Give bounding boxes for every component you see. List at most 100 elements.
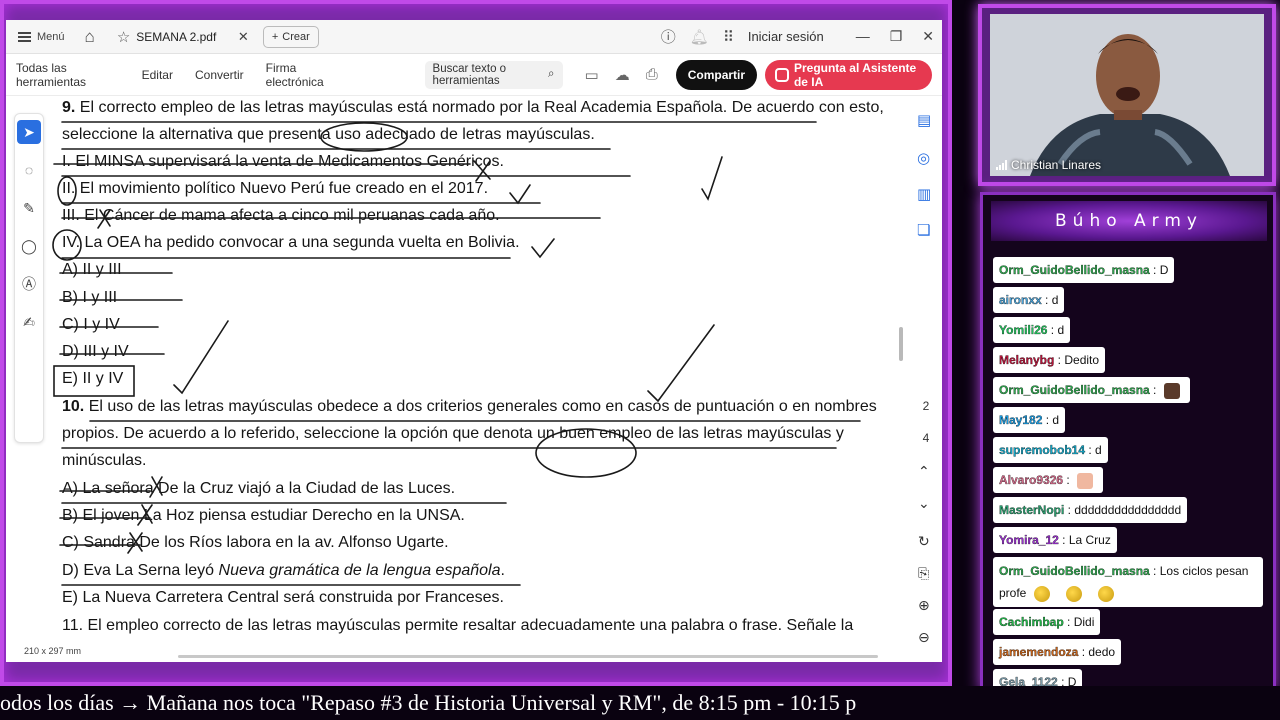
right-panel-rail: ▤ ◎ ▥ ❏ 2 4 ⌃ ⌄ ↻ ⎘ ⊕ ⊖: [910, 97, 942, 662]
chat-username[interactable]: May182: [999, 413, 1043, 427]
main-toolbar: Todas las herramientas Editar Convertir …: [6, 54, 942, 96]
comment-panel-icon[interactable]: ▤: [917, 111, 931, 129]
signal-icon: [996, 160, 1007, 170]
emote-icon: [1034, 585, 1051, 602]
chat-username[interactable]: Orm_GuidoBellido_masna: [999, 263, 1150, 277]
q9-stem-line2: seleccione la alternativa que presenta u…: [62, 126, 595, 143]
save-icon[interactable]: ▭: [585, 66, 599, 84]
pages-icon[interactable]: ❏: [917, 221, 930, 239]
chat-separator: :: [1149, 383, 1160, 397]
print-icon[interactable]: ⎙: [646, 66, 658, 84]
create-label: Crear: [282, 30, 310, 43]
create-button[interactable]: + Crear: [262, 25, 319, 48]
chat-username[interactable]: Orm_GuidoBellido_masna: [999, 564, 1150, 578]
edit-menu[interactable]: Editar: [142, 68, 173, 82]
sign-icon[interactable]: ✍: [17, 310, 41, 334]
title-bar: Menú ⌂ ☆ SEMANA 2.pdf ✕ + Crear ⓘ 🔔︎ ⠿ I…: [6, 20, 942, 54]
emote-icon: [1163, 382, 1180, 399]
bookmark-icon[interactable]: ▥: [917, 185, 931, 203]
comment-icon[interactable]: ◌: [17, 158, 41, 182]
all-tools-menu[interactable]: Todas las herramientas: [16, 61, 120, 89]
signin-button[interactable]: Iniciar sesión: [748, 29, 824, 44]
q9-option-e: E) II y IV: [62, 370, 124, 387]
chat-username[interactable]: Yomili26: [999, 323, 1048, 337]
q10-stem-line1: 10. El uso de las letras mayúsculas obed…: [62, 398, 877, 415]
vertical-scrollbar[interactable]: [899, 327, 903, 361]
chat-text: Didi: [1073, 615, 1095, 629]
chat-text: La Cruz: [1068, 533, 1111, 547]
home-icon[interactable]: ⌂: [85, 27, 95, 47]
q10-option-e: E) La Nueva Carretera Central será const…: [62, 589, 504, 606]
select-cursor-icon[interactable]: ➤: [17, 120, 41, 144]
chat-message-list[interactable]: Orm_GuidoBellido_masna : Daironxx : d Yom…: [993, 245, 1271, 687]
chat-message: Alvaro9326 :: [993, 467, 1104, 493]
close-tab-icon[interactable]: ✕: [238, 29, 249, 45]
page-number-current[interactable]: 2: [914, 399, 938, 413]
text-select-icon[interactable]: Ⓐ: [17, 272, 41, 296]
chat-text: D: [1159, 263, 1169, 277]
chat-message: Gela_1122 : D: [993, 669, 1083, 687]
ink-check-mark: [509, 184, 531, 205]
q10-stem-line3: minúsculas.: [62, 452, 147, 469]
ai-assistant-label: Pregunta al Asistente de IA: [793, 60, 917, 89]
refresh-icon[interactable]: ↻: [918, 533, 930, 550]
apps-grid-icon[interactable]: ⠿: [723, 28, 734, 46]
zoom-out-icon[interactable]: ⊖: [918, 629, 930, 646]
chat-username[interactable]: Alvaro9326: [999, 473, 1063, 487]
chat-username[interactable]: Melanybg: [999, 353, 1055, 367]
pdf-app-window: Menú ⌂ ☆ SEMANA 2.pdf ✕ + Crear ⓘ 🔔︎ ⠿ I…: [6, 20, 942, 662]
chat-text: Dedito: [1064, 353, 1100, 367]
chat-username[interactable]: jamemendoza: [999, 645, 1079, 659]
page-size-label: 210 x 297 mm: [24, 646, 82, 656]
chat-username[interactable]: Orm_GuidoBellido_masna: [999, 383, 1150, 397]
maximize-icon[interactable]: ❐: [890, 28, 903, 45]
minimize-icon[interactable]: —: [856, 28, 870, 45]
q9-option-c: C) I y IV: [62, 316, 120, 333]
q9-option-d: D) III y IV: [62, 343, 129, 360]
share-button[interactable]: Compartir: [675, 59, 758, 90]
star-icon[interactable]: ☆: [117, 28, 130, 46]
q10-option-c: C) Sandra De los Ríos labora en la av. A…: [62, 534, 449, 551]
chat-text: dddddddddddddddd: [1074, 503, 1182, 517]
chat-username[interactable]: MasterNopi: [999, 503, 1065, 517]
lasso-icon[interactable]: ◯: [17, 234, 41, 258]
chat-username[interactable]: supremobob14: [999, 443, 1085, 457]
chat-separator: :: [1054, 353, 1065, 367]
pen-icon[interactable]: ✎: [17, 196, 41, 220]
convert-menu[interactable]: Convertir: [195, 68, 244, 82]
ai-panel-icon[interactable]: ◎: [917, 149, 930, 167]
chevron-up-icon[interactable]: ⌃: [918, 463, 930, 480]
chat-panel: Búho Army Orm_GuidoBellido_masna : Dairo…: [980, 192, 1276, 692]
presenter-name: Christian Linares: [1011, 158, 1102, 172]
chat-separator: :: [1058, 533, 1069, 547]
search-icon: ⌕: [548, 68, 555, 80]
upload-cloud-icon[interactable]: ☁: [615, 66, 630, 84]
chat-title: Búho Army: [991, 201, 1267, 241]
chevron-down-icon[interactable]: ⌄: [918, 495, 930, 512]
chat-username[interactable]: Yomira_12: [999, 533, 1059, 547]
ink-check-mark: [647, 324, 715, 403]
chat-username[interactable]: aironxx: [999, 293, 1042, 307]
horizontal-scrollbar[interactable]: [178, 655, 878, 658]
help-icon[interactable]: ⓘ: [661, 26, 676, 47]
q9-number: 9.: [62, 99, 76, 116]
ai-assistant-button[interactable]: Pregunta al Asistente de IA: [765, 59, 932, 90]
tab-document[interactable]: ☆ SEMANA 2.pdf ✕: [109, 24, 257, 50]
news-ticker: odos los días → Mañana nos toca "Repaso …: [0, 686, 1280, 720]
extract-page-icon[interactable]: ⎘: [918, 565, 929, 582]
q9-statement-iv: IV. La OEA ha pedido convocar a una segu…: [62, 234, 520, 251]
esign-menu[interactable]: Firma electrónica: [266, 61, 343, 89]
chat-message: supremobob14 : d: [993, 437, 1108, 463]
zoom-in-icon[interactable]: ⊕: [918, 597, 930, 614]
chat-separator: :: [1063, 615, 1074, 629]
close-window-icon[interactable]: ✕: [922, 28, 934, 45]
chat-username[interactable]: Cachimbap: [999, 615, 1064, 629]
chat-separator: :: [1047, 323, 1058, 337]
menu-button[interactable]: Menú: [14, 31, 69, 43]
q11-partial-line: 11. El empleo correcto de las letras may…: [62, 617, 854, 634]
book-title: Nueva gramática de la lengua española: [218, 562, 501, 579]
chat-text: d: [1052, 413, 1060, 427]
search-input[interactable]: Buscar texto o herramientas ⌕: [424, 60, 563, 89]
chat-separator: :: [1042, 413, 1053, 427]
bell-icon[interactable]: 🔔︎: [690, 28, 709, 46]
